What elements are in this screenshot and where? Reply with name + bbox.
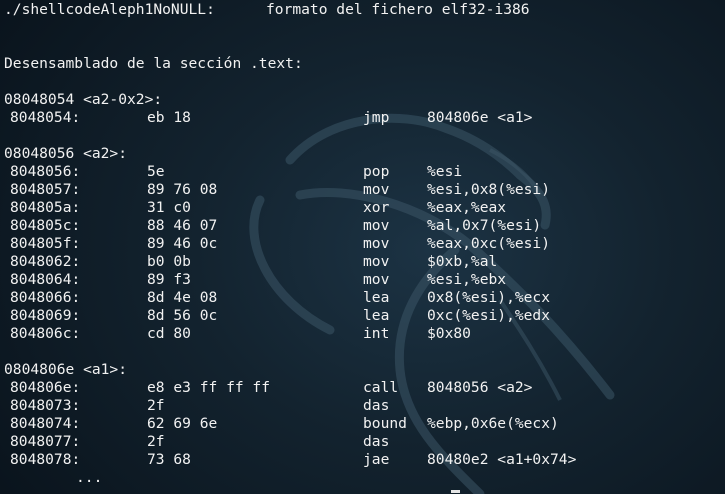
instruction-operands: %ebp,0x6e(%ecx) xyxy=(427,415,559,432)
instruction-operands: %eax,0xc(%esi) xyxy=(427,235,551,252)
instruction-address: 804805f: xyxy=(10,235,81,252)
instruction-bytes: 73 68 xyxy=(147,451,191,468)
file-name: ./shellcodeAleph1NoNULL: xyxy=(4,1,215,18)
text-cursor xyxy=(451,490,460,493)
instruction-bytes: 2f xyxy=(147,433,165,450)
instruction-address: 8048066: xyxy=(10,289,81,306)
instruction-row: 804805a: 31 c0 xor %eax,%eax xyxy=(4,199,719,217)
instruction-address: 804806c: xyxy=(10,325,81,342)
instruction-bytes: 2f xyxy=(147,397,165,414)
instruction-mnemonic: jae xyxy=(363,451,390,468)
instruction-address: 8048077: xyxy=(10,433,81,450)
instruction-bytes: eb 18 xyxy=(147,109,191,126)
instruction-mnemonic: xor xyxy=(363,199,390,216)
instruction-operands: 0xc(%esi),%edx xyxy=(427,307,551,324)
instruction-mnemonic: mov xyxy=(363,181,390,198)
file-format: formato del fichero elf32-i386 xyxy=(266,1,530,18)
instruction-address: 8048069: xyxy=(10,307,81,324)
instruction-row: 8048073: 2f das xyxy=(4,397,719,415)
instruction-bytes: 89 46 0c xyxy=(147,235,218,252)
section-title: Desensamblado de la sección .text: xyxy=(4,55,719,73)
instruction-mnemonic: lea xyxy=(363,289,390,306)
instruction-row: 8048057: 89 76 08 mov %esi,0x8(%esi) xyxy=(4,181,719,199)
instruction-row: 804805c: 88 46 07 mov %al,0x7(%esi) xyxy=(4,217,719,235)
instruction-operands: 0x8(%esi),%ecx xyxy=(427,289,551,306)
instruction-address: 8048054: xyxy=(10,109,81,126)
instruction-row: 8048074: 62 69 6e bound %ebp,0x6e(%ecx) xyxy=(4,415,719,433)
instruction-bytes: e8 e3 ff ff ff xyxy=(147,379,271,396)
instruction-bytes: 8d 56 0c xyxy=(147,307,218,324)
instruction-address: 804805c: xyxy=(10,217,81,234)
instruction-mnemonic: das xyxy=(363,397,390,414)
instruction-row: 804805f: 89 46 0c mov %eax,0xc(%esi) xyxy=(4,235,719,253)
instruction-operands: %eax,%eax xyxy=(427,199,507,216)
instruction-operands: %al,0x7(%esi) xyxy=(427,217,542,234)
instruction-mnemonic: mov xyxy=(363,253,390,270)
instruction-mnemonic: int xyxy=(363,325,390,342)
instruction-bytes: 8d 4e 08 xyxy=(147,289,218,306)
instruction-row: 804806c: cd 80 int $0x80 xyxy=(4,325,719,343)
instruction-mnemonic: bound xyxy=(363,415,407,432)
instruction-bytes: 89 76 08 xyxy=(147,181,218,198)
instruction-operands: $0xb,%al xyxy=(427,253,498,270)
instruction-address: 8048056: xyxy=(10,163,81,180)
instruction-mnemonic: mov xyxy=(363,271,390,288)
function-label: 08048054 <a2-0x2>: xyxy=(4,91,719,109)
file-header-line: ./shellcodeAleph1NoNULL: formato del fich… xyxy=(4,1,719,19)
instruction-mnemonic: lea xyxy=(363,307,390,324)
instruction-row: 8048064: 89 f3 mov %esi,%ebx xyxy=(4,271,719,289)
instruction-row: 8048077: 2f das xyxy=(4,433,719,451)
function-label-text: 08048054 <a2-0x2>: xyxy=(4,91,163,108)
instruction-operands: %esi,0x8(%esi) xyxy=(427,181,551,198)
instruction-mnemonic: das xyxy=(363,433,390,450)
function-label: 0804806e <a1>: xyxy=(4,361,719,379)
function-label-text: 08048056 <a2>: xyxy=(4,145,128,162)
instruction-bytes: 62 69 6e xyxy=(147,415,218,432)
instruction-mnemonic: mov xyxy=(363,217,390,234)
ellipsis: ... xyxy=(76,469,103,486)
instruction-address: 804806e: xyxy=(10,379,81,396)
section-title-text: Desensamblado de la sección .text: xyxy=(4,55,303,72)
instruction-address: 8048064: xyxy=(10,271,81,288)
instruction-operands: 8048056 <a2> xyxy=(427,379,533,396)
instruction-row: 8048078: 73 68 jae 80480e2 <a1+0x74> xyxy=(4,451,719,469)
instruction-operands: $0x80 xyxy=(427,325,471,342)
function-label-text: 0804806e <a1>: xyxy=(4,361,128,378)
instruction-bytes: b0 0b xyxy=(147,253,191,270)
instruction-operands: %esi xyxy=(427,163,463,180)
instruction-mnemonic: pop xyxy=(363,163,390,180)
disassembly-blocks: 08048054 <a2-0x2>: 8048054: eb 18 jmp 804806… xyxy=(4,91,719,469)
instruction-operands: 804806e <a1> xyxy=(427,109,533,126)
instruction-bytes: 88 46 07 xyxy=(147,217,218,234)
instruction-mnemonic: call xyxy=(363,379,399,396)
terminal-output: ./shellcodeAleph1NoNULL: formato del fich… xyxy=(4,1,719,487)
instruction-address: 8048074: xyxy=(10,415,81,432)
instruction-row: 8048056: 5e pop %esi xyxy=(4,163,719,181)
instruction-bytes: cd 80 xyxy=(147,325,191,342)
instruction-mnemonic: mov xyxy=(363,235,390,252)
function-label: 08048056 <a2>: xyxy=(4,145,719,163)
instruction-row: 8048069: 8d 56 0c lea 0xc(%esi),%edx xyxy=(4,307,719,325)
instruction-bytes: 5e xyxy=(147,163,165,180)
instruction-operands: %esi,%ebx xyxy=(427,271,507,288)
instruction-mnemonic: jmp xyxy=(363,109,390,126)
instruction-address: 8048062: xyxy=(10,253,81,270)
instruction-bytes: 89 f3 xyxy=(147,271,191,288)
instruction-row: 804806e: e8 e3 ff ff ff call 8048056 <a2> xyxy=(4,379,719,397)
instruction-row: 8048054: eb 18 jmp 804806e <a1> xyxy=(4,109,719,127)
ellipsis-line: ... xyxy=(4,469,719,487)
instruction-operands: 80480e2 <a1+0x74> xyxy=(427,451,577,468)
instruction-row: 8048066: 8d 4e 08 lea 0x8(%esi),%ecx xyxy=(4,289,719,307)
instruction-bytes: 31 c0 xyxy=(147,199,191,216)
instruction-row: 8048062: b0 0b mov $0xb,%al xyxy=(4,253,719,271)
instruction-address: 8048057: xyxy=(10,181,81,198)
instruction-address: 804805a: xyxy=(10,199,81,216)
instruction-address: 8048078: xyxy=(10,451,81,468)
instruction-address: 8048073: xyxy=(10,397,81,414)
